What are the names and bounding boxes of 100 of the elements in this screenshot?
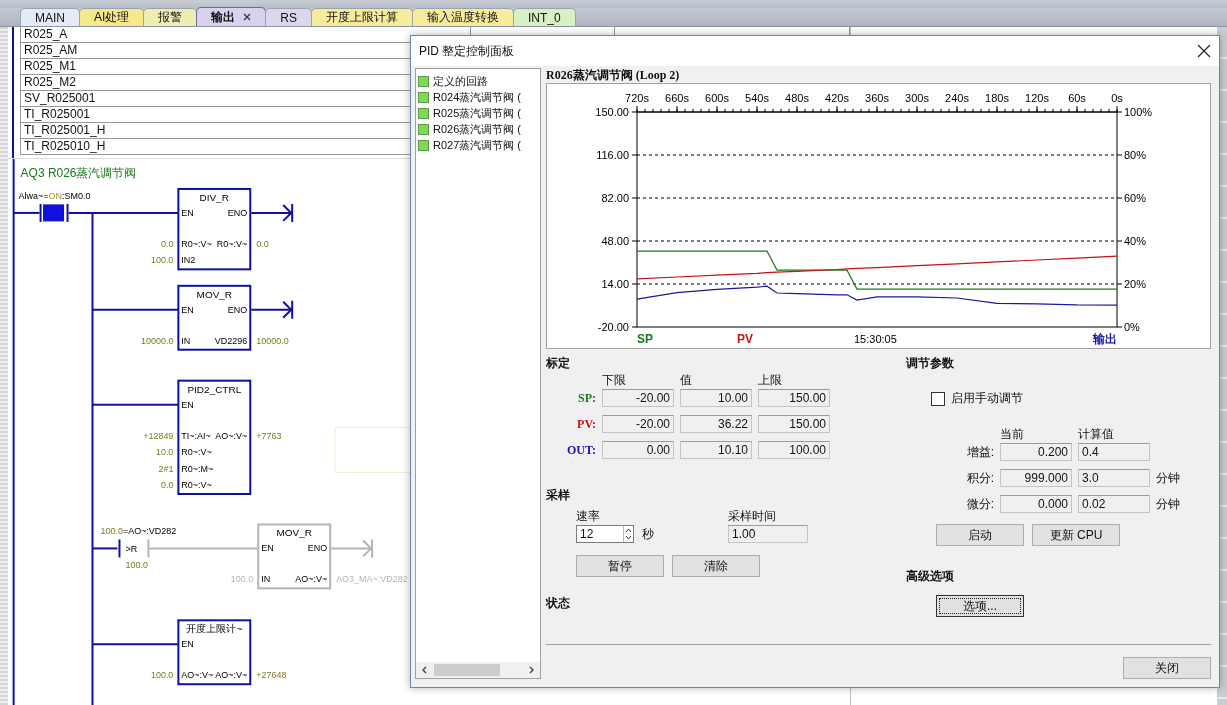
loop-item[interactable]: R025蒸汽调节阀 ( (416, 105, 540, 121)
value-field: -20.00 (602, 415, 674, 433)
loop-status-icon (418, 139, 429, 151)
output-arrow-icon (250, 202, 294, 223)
function-block[interactable] (177, 187, 252, 271)
editor-tab[interactable]: 报警 (143, 8, 198, 26)
value-field: 0.02 (1078, 495, 1150, 513)
y-tick-label: 82.00 (601, 192, 629, 204)
unit-label: 分钟 (1156, 496, 1181, 513)
row-label: 积分: (965, 470, 994, 487)
block-title: MOV_R (276, 527, 312, 539)
value-field: 36.22 (680, 415, 752, 433)
contact-symbol-icon[interactable] (39, 202, 69, 223)
rate-spinner[interactable]: 12 (576, 525, 634, 543)
x-tick-label: 0s (1111, 92, 1123, 104)
input-value: 100.0 (230, 574, 254, 585)
y2-tick-label: 100% (1124, 106, 1153, 118)
field-label: 采样时间 (728, 509, 777, 523)
output-arrow-icon (330, 538, 374, 559)
unit-label: 秒 (642, 526, 654, 543)
y-tick-label: 48.00 (601, 235, 629, 247)
block-title: PID2_CTRL (187, 383, 242, 395)
pin-label: R0~:V~ (216, 238, 248, 249)
symbol-name: R025_A (24, 27, 68, 41)
symbol-name: R025_M2 (24, 75, 77, 89)
action-button[interactable]: 启动 (936, 524, 1024, 546)
editor-tab[interactable]: 输出 (196, 7, 267, 26)
x-tick-label: 660s (665, 92, 689, 104)
pin-label: EN (181, 207, 194, 218)
dialog-title: PID 整定控制面板 (419, 42, 515, 60)
pin-label: R0~:M~ (181, 463, 214, 474)
loop-status-icon (418, 91, 429, 103)
section-heading: 标定 (546, 355, 571, 371)
x-tick-label: 720s (625, 92, 649, 104)
loop-item[interactable]: 定义的回路 (416, 73, 540, 89)
editor-tab[interactable]: 开度上限计算 (311, 8, 413, 26)
close-icon[interactable] (1197, 44, 1211, 58)
field-label: 速率 (576, 509, 601, 523)
checkbox-label: 启用手动调节 (951, 390, 1023, 407)
editor-tab[interactable]: AI处理 (79, 8, 145, 26)
pin-label: EN (261, 543, 274, 554)
value-field: 10.10 (680, 441, 752, 459)
scrollbar-thumb[interactable] (434, 664, 500, 676)
loop-item[interactable]: R026蒸汽调节阀 ( (416, 121, 540, 137)
row-label: PV: (576, 416, 596, 433)
x-tick-label: 180s (985, 92, 1009, 104)
input-value: 0.0 (160, 238, 174, 249)
value-field: 0.00 (602, 441, 674, 459)
spin-down-icon[interactable] (624, 534, 633, 541)
y-tick-label: 116.00 (596, 149, 629, 161)
options-button[interactable]: 选项... (936, 595, 1024, 617)
editor-tab[interactable]: 输入温度转换 (412, 8, 514, 26)
function-block[interactable] (257, 523, 332, 590)
editor-tab[interactable]: INT_0 (513, 8, 576, 26)
column-header: 计算值 (1078, 427, 1115, 441)
horizontal-scrollbar[interactable] (416, 662, 540, 678)
contact-symbol: Alwa~= (18, 190, 49, 201)
rung-line (91, 547, 119, 550)
editor-tab[interactable]: MAIN (20, 8, 80, 26)
chart-title: R026蒸汽调节阀 (Loop 2) (546, 68, 681, 83)
loop-status-icon (418, 75, 429, 87)
symbol-name: TI_R025001_H (24, 123, 106, 137)
pin-label: AO~:V~ (215, 670, 248, 681)
close-icon[interactable] (243, 13, 252, 21)
symbol-name: TI_R025001 (24, 107, 91, 121)
symbol-name: TI_R025010_H (24, 139, 106, 153)
y2-tick-label: 20% (1124, 278, 1147, 290)
loop-item[interactable]: R027蒸汽调节阀 ( (416, 137, 540, 153)
editor-tab[interactable]: RS (265, 8, 312, 26)
output-value: 0.0 (256, 238, 269, 249)
spin-up-icon[interactable] (624, 527, 633, 534)
x-tick-label: 480s (785, 92, 809, 104)
value-field: 150.00 (758, 389, 830, 407)
action-button[interactable]: 暂停 (576, 555, 664, 577)
checkbox[interactable] (931, 391, 945, 406)
value-field: 0.000 (1000, 495, 1072, 513)
loop-item[interactable]: R024蒸汽调节阀 ( (416, 89, 540, 105)
column-header: 上限 (758, 373, 783, 387)
compare-value: 100.0 (125, 560, 148, 571)
function-block[interactable] (177, 619, 252, 686)
close-button[interactable]: 关闭 (1123, 657, 1211, 679)
section-heading: 采样 (546, 487, 571, 503)
legend-label: PV (737, 332, 753, 346)
function-block[interactable] (177, 284, 252, 351)
output-value: 10000.0 (256, 335, 289, 346)
value-field: 150.00 (758, 415, 830, 433)
pin-label: EN (181, 639, 194, 650)
pin-label: ENO (227, 207, 248, 218)
row-label: 增益: (965, 444, 994, 461)
legend-label: 输出 (1093, 332, 1117, 346)
pin-label: IN (181, 335, 191, 346)
legend-label: SP (637, 332, 653, 346)
action-button[interactable]: 清除 (672, 555, 760, 577)
row-label: 微分: (965, 496, 994, 513)
action-button[interactable]: 更新 CPU (1032, 524, 1120, 546)
compare-contact-icon[interactable] (118, 538, 150, 559)
pin-label: EN (181, 304, 194, 315)
value-field: 100.00 (758, 441, 830, 459)
x-tick-label: 360s (865, 92, 889, 104)
function-block[interactable] (177, 379, 252, 495)
